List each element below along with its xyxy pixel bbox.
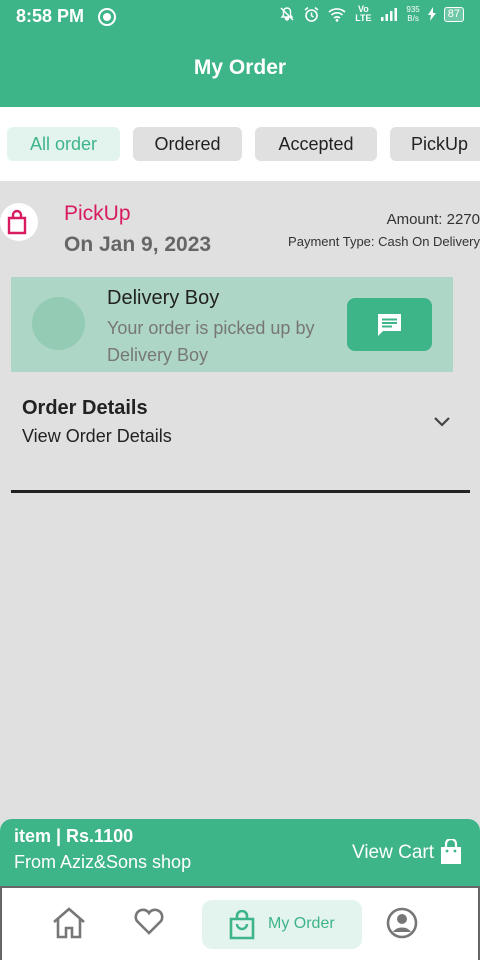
order-amount: Amount: 2270 bbox=[386, 211, 480, 228]
cart-item-summary: item | Rs.1100 bbox=[14, 826, 134, 846]
app-header: 8:58 PM Vo LTE 935 B/s 87 My Order bbox=[0, 0, 480, 107]
order-filter-tabs: All order Ordered Accepted PickUp bbox=[0, 107, 480, 181]
order-details-title[interactable]: Order Details bbox=[22, 397, 148, 420]
battery-level: 87 bbox=[443, 6, 464, 22]
order-date: On Jan 9, 2023 bbox=[64, 233, 212, 256]
shopping-bag-icon[interactable] bbox=[439, 839, 463, 865]
payment-type: Payment Type: Cash On Delivery bbox=[288, 234, 480, 249]
app-notification-icon bbox=[98, 8, 116, 26]
charging-icon bbox=[427, 7, 436, 21]
nav-my-order-label: My Order bbox=[268, 915, 335, 932]
divider bbox=[11, 490, 470, 493]
tab-pickup[interactable]: PickUp bbox=[390, 127, 480, 161]
wifi-icon bbox=[328, 7, 346, 22]
net-speed: 935 B/s bbox=[406, 5, 420, 23]
cart-shop-name: From Aziz&Sons shop bbox=[14, 852, 192, 872]
signal-icon bbox=[381, 8, 398, 21]
tab-all-order[interactable]: All order bbox=[7, 127, 120, 161]
order-status: PickUp bbox=[64, 202, 131, 225]
bell-off-icon bbox=[280, 7, 294, 21]
delivery-boy-title: Delivery Boy bbox=[107, 287, 220, 309]
bottom-nav: My Order bbox=[0, 886, 480, 960]
heart-icon[interactable] bbox=[133, 906, 165, 936]
tab-ordered[interactable]: Ordered bbox=[133, 127, 242, 161]
order-details-subtitle[interactable]: View Order Details bbox=[22, 426, 172, 447]
shopping-bag-icon bbox=[229, 910, 255, 940]
cart-bar[interactable]: item | Rs.1100 From Aziz&Sons shop View … bbox=[0, 819, 480, 886]
chat-icon bbox=[378, 314, 401, 336]
status-icons: Vo LTE 935 B/s 87 bbox=[279, 5, 464, 23]
chevron-down-icon[interactable] bbox=[432, 412, 452, 432]
view-cart-button[interactable]: View Cart bbox=[352, 842, 434, 864]
status-time: 8:58 PM bbox=[16, 6, 85, 26]
order-bag-icon bbox=[0, 203, 38, 241]
profile-icon[interactable] bbox=[385, 906, 419, 940]
tab-accepted[interactable]: Accepted bbox=[255, 127, 377, 161]
delivery-boy-message: Your order is picked up by Delivery Boy bbox=[107, 318, 315, 365]
home-icon[interactable] bbox=[51, 906, 87, 940]
delivery-boy-avatar bbox=[32, 297, 85, 350]
alarm-icon bbox=[304, 6, 319, 22]
chat-button[interactable] bbox=[347, 298, 432, 351]
page-title: My Order bbox=[193, 56, 287, 79]
status-bar: 8:58 PM Vo LTE 935 B/s 87 bbox=[0, 0, 480, 34]
nav-my-order[interactable]: My Order bbox=[202, 900, 362, 949]
volte-label: Vo LTE bbox=[355, 4, 372, 23]
delivery-boy-card: Delivery Boy Your order is picked up by … bbox=[11, 277, 453, 372]
